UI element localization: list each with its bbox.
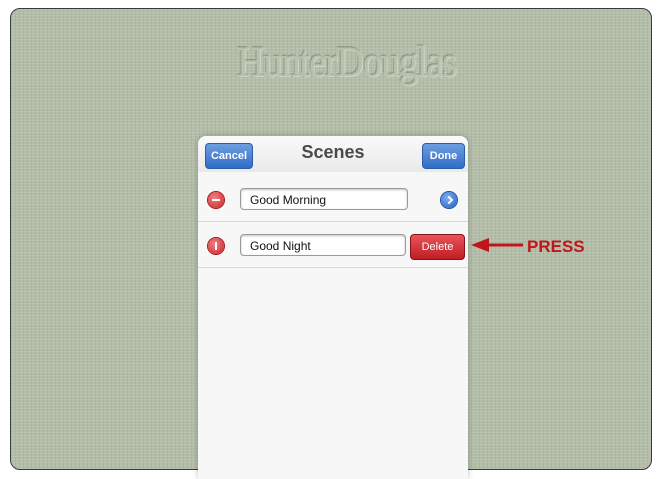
cancel-button[interactable]: Cancel (205, 143, 253, 169)
press-arrow-icon (471, 238, 523, 252)
panel-title: Scenes (301, 142, 365, 162)
scene-row-good-night: Good Night Delete (198, 227, 468, 268)
scenes-panel: Cancel Scenes Done Good Morning Good Nig… (198, 136, 468, 479)
press-annotation-label: PRESS (527, 237, 585, 256)
disclosure-arrow-icon[interactable] (441, 192, 457, 208)
delete-minus-icon[interactable] (208, 192, 224, 208)
done-button[interactable]: Done (422, 143, 465, 169)
delete-minus-rotated-icon[interactable] (208, 238, 224, 254)
scene-name-field[interactable]: Good Night (240, 234, 406, 256)
scene-name-field[interactable]: Good Morning (240, 188, 408, 210)
hunter-douglas-logo: HunterDouglas (237, 37, 457, 87)
scene-row-good-morning: Good Morning (198, 181, 468, 222)
delete-button[interactable]: Delete (410, 234, 465, 260)
panel-header: Cancel Scenes Done (198, 136, 468, 172)
